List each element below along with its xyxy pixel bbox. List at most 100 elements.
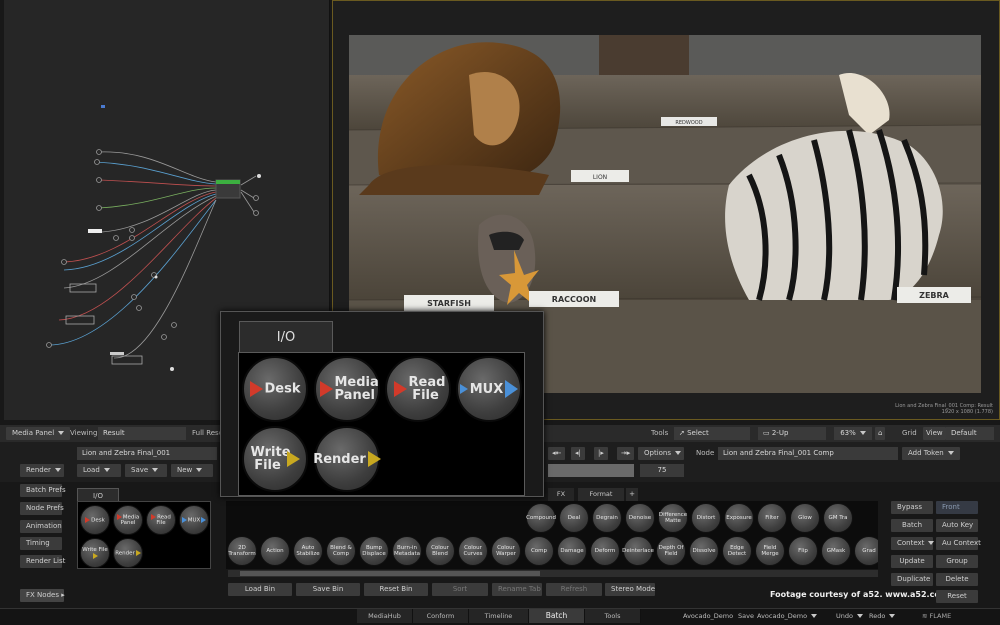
front-button[interactable]: Front	[936, 501, 978, 514]
options-dropdown[interactable]: Options	[638, 447, 684, 460]
two-up-button[interactable]: ▭ 2-Up	[758, 427, 826, 440]
node-mux[interactable]: MUX	[456, 356, 522, 422]
bin-node-render[interactable]: Render	[113, 538, 143, 568]
default-view[interactable]: Default	[946, 427, 994, 440]
fx-node-glow[interactable]: Glow	[790, 503, 820, 533]
grid-button[interactable]: Grid	[902, 427, 917, 440]
small-bin-tab[interactable]: I/O	[77, 488, 119, 502]
tab-fx[interactable]: FX	[548, 488, 574, 501]
delete-button[interactable]: Delete	[936, 573, 978, 586]
fx-node-2d-transform[interactable]: 2D Transform	[227, 536, 257, 566]
stereo-mode-button[interactable]: Stereo Mode	[605, 583, 655, 596]
fx-node-denoise[interactable]: Denoise	[625, 503, 655, 533]
add-token-dropdown[interactable]: Add Token	[902, 447, 960, 460]
group-button[interactable]: Group	[936, 555, 978, 568]
fx-node-dissolve[interactable]: Dissolve	[689, 536, 719, 566]
node-name-field[interactable]: Lion and Zebra Final_001 Comp	[718, 447, 898, 460]
next-keyframe-icon[interactable]: ⇥▸	[617, 447, 635, 460]
prev-keyframe-icon[interactable]: ◂⇤	[548, 447, 566, 460]
media-panel-dropdown[interactable]: Media Panel	[6, 427, 71, 440]
fx-bin-scroll-thumb[interactable]	[240, 571, 540, 576]
new-dropdown[interactable]: New	[171, 464, 213, 477]
reset-bin-button[interactable]: Reset Bin	[364, 583, 428, 596]
bin-node-mux[interactable]: MUX	[179, 505, 209, 535]
bin-node-read-file[interactable]: Read File	[146, 505, 176, 535]
save-target-dropdown[interactable]: Avocado_Demo	[757, 610, 817, 623]
fx-node-field-merge[interactable]: Field Merge	[755, 536, 785, 566]
viewing-value[interactable]: Result	[98, 427, 186, 440]
rename-tab-button[interactable]: Rename Tab	[492, 583, 542, 596]
fx-node-compound[interactable]: Compound	[526, 503, 556, 533]
fx-node-colour-curves[interactable]: Colour Curves	[458, 536, 488, 566]
tab-add[interactable]: +	[626, 488, 638, 501]
tab-mediahub[interactable]: MediaHub	[357, 609, 413, 623]
save-label[interactable]: Save	[738, 610, 754, 623]
fx-node-distort[interactable]: Distort	[691, 503, 721, 533]
home-icon[interactable]: ⌂	[875, 427, 886, 440]
tab-batch[interactable]: Batch	[529, 609, 585, 623]
fx-node-action[interactable]: Action	[260, 536, 290, 566]
render-dropdown[interactable]: Render	[20, 464, 64, 477]
fx-node-auto-stabilize[interactable]: Auto Stabilize	[293, 536, 323, 566]
auto-key-button[interactable]: Auto Key	[936, 519, 978, 532]
save-bin-button[interactable]: Save Bin	[296, 583, 360, 596]
fx-node-deal[interactable]: Deal	[559, 503, 589, 533]
timing-button[interactable]: Timing	[20, 537, 62, 550]
animation-button[interactable]: Animation	[20, 520, 62, 533]
tab-tools[interactable]: Tools	[585, 609, 641, 623]
tab-timeline[interactable]: Timeline	[469, 609, 529, 623]
fx-nodes-button[interactable]: FX Nodes ▸	[20, 589, 65, 602]
bin-node-write-file[interactable]: Write File	[80, 538, 110, 568]
fx-node-deinterlace[interactable]: Deinterlace	[622, 536, 654, 566]
fx-node-colour-blend[interactable]: Colour Blend	[425, 536, 455, 566]
batch-prefs-button[interactable]: Batch Prefs	[20, 484, 66, 497]
node-desk[interactable]: Desk	[242, 356, 308, 422]
fx-node-degrain[interactable]: Degrain	[592, 503, 622, 533]
bin-node-desk[interactable]: Desk	[80, 505, 110, 535]
reset-button[interactable]: Reset	[936, 590, 978, 603]
fx-node-difference-matte[interactable]: Difference Matte	[658, 503, 688, 533]
fx-node-gm-tra[interactable]: GM Tra	[823, 503, 853, 533]
context-dropdown[interactable]: Context	[891, 537, 933, 550]
fx-node-damage[interactable]: Damage	[557, 536, 587, 566]
fx-node-comp[interactable]: Comp	[524, 536, 554, 566]
fx-node-depth-of-field[interactable]: Depth Of Field	[656, 536, 686, 566]
select-tool[interactable]: ➚ Select	[674, 427, 750, 440]
popup-tab-io[interactable]: I/O	[239, 321, 333, 353]
au-context-button[interactable]: Au Context	[936, 537, 981, 550]
node-write-file[interactable]: Write File	[242, 426, 308, 492]
fx-node-burn-in-metadata[interactable]: Burn-in Metadata	[392, 536, 422, 566]
update-button[interactable]: Update	[891, 555, 933, 568]
fx-node-flip[interactable]: Flip	[788, 536, 818, 566]
tab-format[interactable]: Format	[578, 488, 624, 501]
fx-node-grad[interactable]: Grad	[854, 536, 878, 566]
undo-dropdown[interactable]: Undo	[836, 610, 863, 623]
full-res-label[interactable]: Full Reso	[192, 427, 223, 440]
fx-node-gmask[interactable]: GMask	[821, 536, 851, 566]
fx-node-filter[interactable]: Filter	[757, 503, 787, 533]
zoom-dropdown[interactable]: 63%	[834, 427, 872, 440]
node-media-panel[interactable]: Media Panel	[314, 356, 380, 422]
node-render[interactable]: Render	[313, 426, 381, 492]
save-dropdown[interactable]: Save	[125, 464, 167, 477]
sort-button[interactable]: Sort	[432, 583, 488, 596]
redo-dropdown[interactable]: Redo	[869, 610, 895, 623]
frame-field[interactable]: 75	[640, 464, 684, 477]
batch-name-field[interactable]: Lion and Zebra Final_001	[77, 447, 217, 460]
bypass-button[interactable]: Bypass	[891, 501, 933, 514]
batch-button[interactable]: Batch	[891, 519, 933, 532]
load-bin-button[interactable]: Load Bin	[228, 583, 292, 596]
bin-node-media-panel[interactable]: Media Panel	[113, 505, 143, 535]
view-button[interactable]: View	[923, 427, 946, 440]
tab-conform[interactable]: Conform	[413, 609, 469, 623]
next-frame-icon[interactable]: |▸	[594, 447, 608, 460]
render-list-button[interactable]: Render List	[20, 555, 65, 568]
timebar-slider[interactable]	[548, 464, 634, 477]
fx-node-blend-comp[interactable]: Blend & Comp	[326, 536, 356, 566]
load-dropdown[interactable]: Load	[77, 464, 121, 477]
duplicate-button[interactable]: Duplicate	[891, 573, 933, 586]
node-prefs-button[interactable]: Node Prefs	[20, 502, 64, 515]
fx-node-deform[interactable]: Deform	[590, 536, 620, 566]
fx-node-exposure[interactable]: Exposure	[724, 503, 754, 533]
prev-frame-icon[interactable]: ◂|	[571, 447, 585, 460]
